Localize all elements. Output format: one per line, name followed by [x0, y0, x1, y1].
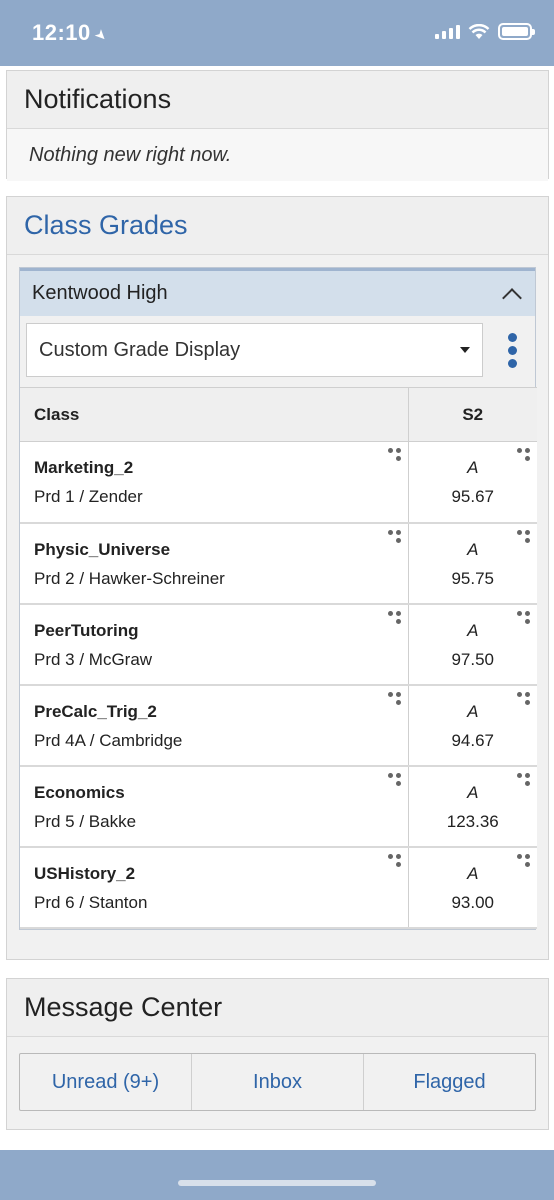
- class-name: Physic_Universe: [34, 539, 171, 559]
- school-accordion: Kentwood High Custom Grade Display Class…: [19, 267, 537, 930]
- class-name: Economics: [34, 782, 125, 802]
- grades-table: Class S2 Marketing_2 Prd 1 / Zender A 95…: [20, 387, 537, 929]
- class-cell[interactable]: PeerTutoring Prd 3 / McGraw: [20, 603, 409, 686]
- message-tabs: Unread (9+) Inbox Flagged: [19, 1053, 536, 1111]
- class-cell[interactable]: USHistory_2 Prd 6 / Stanton: [20, 846, 409, 929]
- table-row[interactable]: PreCalc_Trig_2 Prd 4A / Cambridge A 94.6…: [20, 684, 537, 767]
- column-header-s2[interactable]: S2: [407, 387, 537, 442]
- class-name: USHistory_2: [34, 863, 136, 883]
- three-dots-icon[interactable]: [387, 853, 402, 868]
- column-header-class: Class: [20, 387, 408, 442]
- table-row[interactable]: PeerTutoring Prd 3 / McGraw A 97.50: [20, 603, 537, 686]
- three-dots-icon[interactable]: [517, 529, 531, 544]
- grade-cell[interactable]: A 95.75: [408, 522, 537, 605]
- message-center-panel: Message Center Unread (9+) Inbox Flagged: [6, 978, 549, 1130]
- bottom-bar: [0, 1150, 554, 1200]
- status-icons: [435, 23, 535, 40]
- class-period: Prd 2 / Hawker-Schreiner: [34, 568, 225, 588]
- class-period: Prd 6 / Stanton: [34, 892, 148, 912]
- grade-score: 94.67: [451, 730, 495, 750]
- three-dots-icon[interactable]: [517, 772, 531, 787]
- grade-score: 123.36: [446, 811, 499, 831]
- class-period: Prd 4A / Cambridge: [34, 730, 183, 750]
- three-dots-icon[interactable]: [517, 610, 531, 625]
- tab-inbox[interactable]: Inbox: [192, 1054, 364, 1110]
- three-dots-icon[interactable]: [387, 691, 402, 706]
- three-dots-icon[interactable]: [517, 853, 531, 868]
- table-row[interactable]: Economics Prd 5 / Bakke A 123.36: [20, 765, 537, 848]
- class-name: Marketing_2: [34, 458, 134, 477]
- grade-cell[interactable]: A 93.00: [408, 846, 537, 929]
- table-row[interactable]: USHistory_2 Prd 6 / Stanton A 93.00: [20, 846, 537, 929]
- table-row[interactable]: Marketing_2 Prd 1 / Zender A 95.67: [20, 441, 537, 524]
- school-accordion-header[interactable]: Kentwood High: [20, 268, 535, 316]
- status-bar: 12:10➤: [0, 0, 554, 66]
- three-dots-icon[interactable]: [517, 448, 531, 462]
- class-cell[interactable]: Physic_Universe Prd 2 / Hawker-Schreiner: [20, 522, 409, 605]
- grade-cell[interactable]: A 94.67: [408, 684, 537, 767]
- class-grades-panel: Class Grades Kentwood High Custom Grade …: [6, 196, 549, 960]
- grade-cell[interactable]: A 123.36: [408, 765, 537, 848]
- school-name: Kentwood High: [32, 282, 168, 304]
- three-dots-icon[interactable]: [517, 691, 531, 706]
- chevron-up-icon[interactable]: [502, 287, 522, 308]
- three-dots-icon[interactable]: [387, 772, 402, 787]
- tab-flagged[interactable]: Flagged: [364, 1054, 535, 1110]
- tab-unread[interactable]: Unread (9+): [20, 1054, 192, 1110]
- location-arrow-icon: ➤: [91, 25, 112, 46]
- three-dots-icon[interactable]: [387, 448, 402, 462]
- message-center-title: Message Center: [7, 979, 548, 1037]
- status-time: 12:10➤: [32, 20, 111, 46]
- class-period: Prd 5 / Bakke: [34, 811, 137, 831]
- grade-cell[interactable]: A 95.67: [408, 441, 537, 524]
- class-cell[interactable]: Marketing_2 Prd 1 / Zender: [20, 441, 409, 524]
- three-dots-icon[interactable]: [387, 610, 402, 625]
- grade-cell[interactable]: A 97.50: [408, 603, 537, 686]
- class-grades-title[interactable]: Class Grades: [7, 197, 548, 255]
- grade-score: 95.75: [451, 568, 495, 588]
- cellular-signal-icon: [435, 24, 460, 39]
- notifications-panel: Notifications Nothing new right now.: [6, 70, 549, 181]
- table-row[interactable]: Physic_Universe Prd 2 / Hawker-Schreiner…: [20, 522, 537, 605]
- grade-score: 95.67: [451, 487, 495, 506]
- battery-icon: [498, 23, 535, 40]
- class-period: Prd 3 / McGraw: [34, 649, 153, 669]
- class-cell[interactable]: Economics Prd 5 / Bakke: [20, 765, 409, 848]
- class-name: PeerTutoring: [34, 620, 139, 640]
- class-name: PreCalc_Trig_2: [34, 701, 157, 721]
- class-cell[interactable]: PreCalc_Trig_2 Prd 4A / Cambridge: [20, 684, 409, 767]
- grade-score: 97.50: [451, 649, 495, 669]
- time-text: 12:10: [32, 20, 91, 45]
- wifi-icon: [468, 23, 490, 39]
- home-indicator[interactable]: [178, 1180, 376, 1186]
- grade-display-select[interactable]: Custom Grade Display: [26, 323, 483, 377]
- caret-down-icon: [460, 347, 470, 353]
- notifications-empty-text: Nothing new right now.: [7, 129, 548, 181]
- notifications-title: Notifications: [7, 71, 548, 129]
- three-dots-icon[interactable]: [387, 529, 402, 544]
- vertical-dots-icon[interactable]: [508, 333, 517, 368]
- class-period: Prd 1 / Zender: [34, 487, 143, 506]
- grade-display-value: Custom Grade Display: [39, 338, 241, 361]
- grade-score: 93.00: [451, 892, 495, 912]
